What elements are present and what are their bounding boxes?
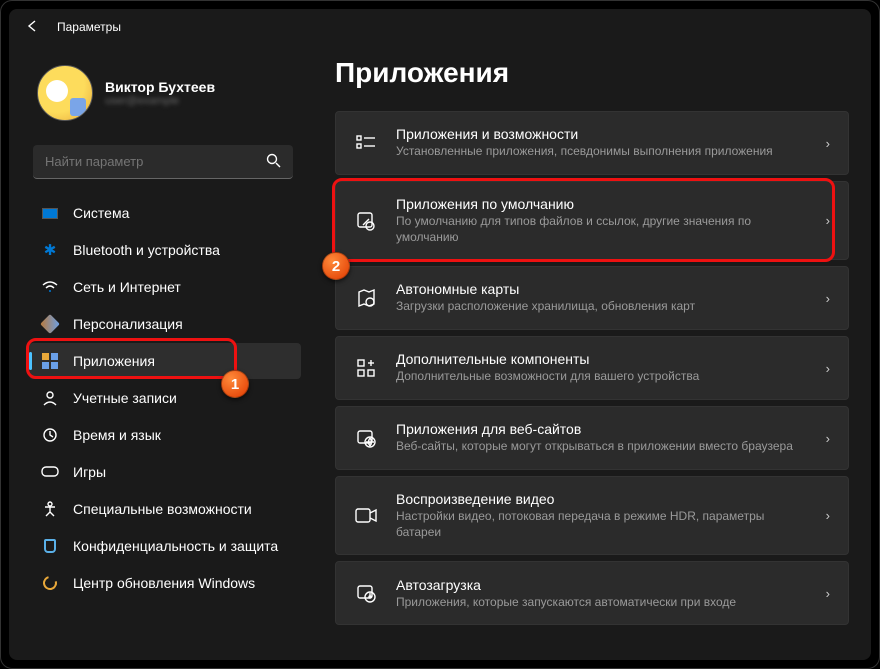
map-icon [354, 288, 378, 308]
sidebar-item-label: Сеть и Интернет [73, 279, 181, 295]
chevron-right-icon: › [826, 361, 830, 376]
card-subtitle: Веб-сайты, которые могут открываться в п… [396, 439, 808, 455]
sidebar-item-bluetooth[interactable]: ✱ Bluetooth и устройства [29, 232, 301, 268]
card-subtitle: Настройки видео, потоковая передача в ре… [396, 509, 808, 540]
sidebar-item-accounts[interactable]: Учетные записи [29, 380, 301, 416]
sidebar-item-label: Приложения [73, 353, 155, 369]
nav-list: Система ✱ Bluetooth и устройства Сеть и … [29, 195, 301, 601]
chevron-right-icon: › [826, 213, 830, 228]
search-icon [266, 153, 281, 171]
sidebar-item-privacy[interactable]: Конфиденциальность и защита [29, 528, 301, 564]
card-apps-websites[interactable]: Приложения для веб-сайтов Веб-сайты, кот… [335, 406, 849, 470]
profile-email: user@example [105, 95, 215, 107]
profile-name: Виктор Бухтеев [105, 79, 215, 95]
card-default-apps[interactable]: Приложения по умолчанию По умолчанию для… [335, 181, 849, 260]
card-subtitle: Загрузки расположение хранилища, обновле… [396, 299, 808, 315]
card-title: Воспроизведение видео [396, 491, 808, 507]
sidebar-item-apps[interactable]: Приложения [29, 343, 301, 379]
sidebar-item-label: Персонализация [73, 316, 183, 332]
search-input[interactable] [45, 154, 266, 169]
apps-icon [41, 352, 59, 370]
update-icon [41, 574, 59, 592]
card-video-playback[interactable]: Воспроизведение видео Настройки видео, п… [335, 476, 849, 555]
default-icon [354, 211, 378, 231]
brush-icon [41, 315, 59, 333]
sidebar-item-personalization[interactable]: Персонализация [29, 306, 301, 342]
wifi-icon [41, 278, 59, 296]
sidebar-item-label: Система [73, 205, 129, 221]
chevron-right-icon: › [826, 508, 830, 523]
sidebar-item-gaming[interactable]: Игры [29, 454, 301, 490]
startup-icon [354, 583, 378, 603]
card-title: Приложения и возможности [396, 126, 808, 142]
search-box[interactable] [33, 145, 293, 179]
card-title: Автозагрузка [396, 577, 808, 593]
sidebar: Виктор Бухтеев user@example Система [9, 45, 309, 660]
annotation-1-badge: 1 [221, 370, 249, 398]
plus-grid-icon [354, 358, 378, 378]
sidebar-item-system[interactable]: Система [29, 195, 301, 231]
card-title: Приложения для веб-сайтов [396, 421, 808, 437]
sidebar-item-label: Учетные записи [73, 390, 177, 406]
card-apps-features[interactable]: Приложения и возможности Установленные п… [335, 111, 849, 175]
titlebar: Параметры [9, 9, 871, 45]
chevron-right-icon: › [826, 136, 830, 151]
card-subtitle: Дополнительные возможности для вашего ус… [396, 369, 808, 385]
bluetooth-icon: ✱ [41, 241, 59, 259]
card-offline-maps[interactable]: Автономные карты Загрузки расположение х… [335, 266, 849, 330]
sidebar-item-label: Время и язык [73, 427, 161, 443]
system-icon [41, 204, 59, 222]
shield-icon [41, 537, 59, 555]
card-subtitle: Установленные приложения, псевдонимы вып… [396, 144, 808, 160]
page-title: Приложения [335, 57, 849, 89]
card-subtitle: По умолчанию для типов файлов и ссылок, … [396, 214, 808, 245]
card-subtitle: Приложения, которые запускаются автомати… [396, 595, 808, 611]
profile-block[interactable]: Виктор Бухтеев user@example [29, 53, 301, 139]
card-title: Дополнительные компоненты [396, 351, 808, 367]
sidebar-item-label: Центр обновления Windows [73, 575, 255, 591]
chevron-right-icon: › [826, 586, 830, 601]
gamepad-icon [41, 463, 59, 481]
sidebar-item-label: Специальные возможности [73, 501, 252, 517]
sidebar-item-accessibility[interactable]: Специальные возможности [29, 491, 301, 527]
back-button[interactable] [17, 19, 49, 36]
annotation-2-badge: 2 [322, 252, 350, 280]
video-icon [354, 508, 378, 524]
main-panel: Приложения Приложения и возможности Уста… [309, 45, 871, 660]
chevron-right-icon: › [826, 291, 830, 306]
clock-icon [41, 426, 59, 444]
sidebar-item-update[interactable]: Центр обновления Windows [29, 565, 301, 601]
sidebar-item-label: Конфиденциальность и защита [73, 538, 278, 554]
web-app-icon [354, 428, 378, 448]
card-optional-features[interactable]: Дополнительные компоненты Дополнительные… [335, 336, 849, 400]
accessibility-icon [41, 500, 59, 518]
window-title: Параметры [57, 20, 121, 34]
sidebar-item-label: Bluetooth и устройства [73, 242, 220, 258]
list-icon [354, 134, 378, 152]
user-icon [41, 389, 59, 407]
avatar [37, 65, 93, 121]
card-startup[interactable]: Автозагрузка Приложения, которые запуска… [335, 561, 849, 625]
sidebar-item-network[interactable]: Сеть и Интернет [29, 269, 301, 305]
chevron-right-icon: › [826, 431, 830, 446]
sidebar-item-label: Игры [73, 464, 106, 480]
card-title: Автономные карты [396, 281, 808, 297]
sidebar-item-time[interactable]: Время и язык [29, 417, 301, 453]
card-title: Приложения по умолчанию [396, 196, 808, 212]
